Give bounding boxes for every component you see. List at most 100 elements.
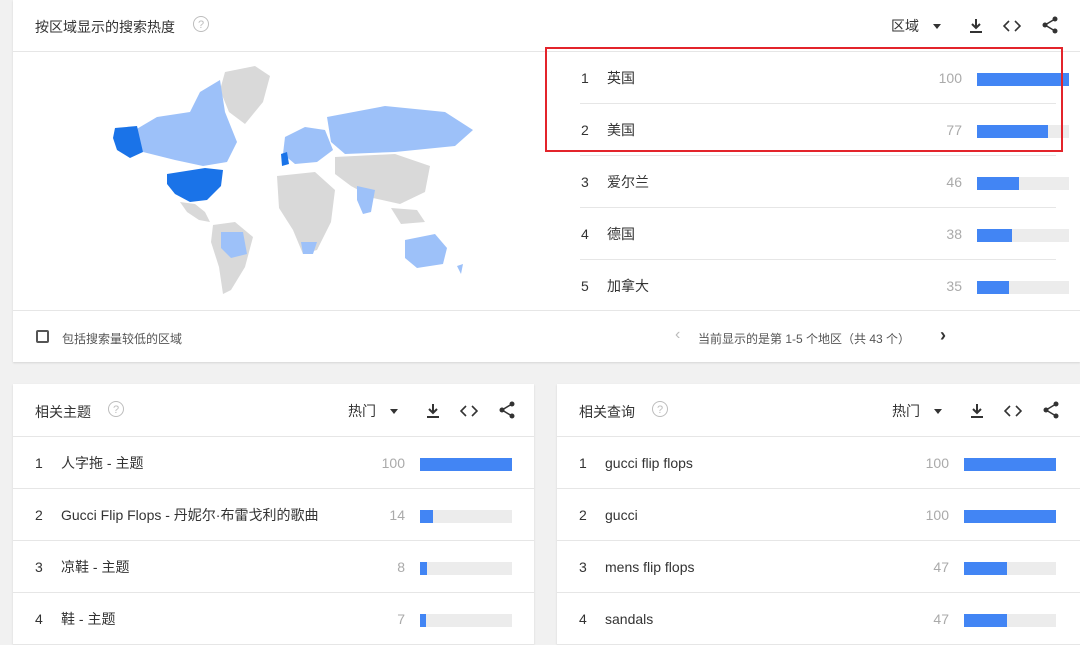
list-item[interactable]: 5 加拿大 35 [568, 260, 1069, 312]
bar-track [420, 510, 512, 523]
world-map [113, 66, 473, 294]
row-rank: 2 [579, 507, 587, 523]
embed-icon[interactable] [1003, 19, 1021, 33]
divider [13, 310, 1080, 311]
help-icon[interactable]: ? [193, 16, 209, 32]
topics-dropdown[interactable]: 热门 [348, 401, 398, 421]
row-value: 46 [946, 174, 962, 190]
queries-dropdown[interactable]: 热门 [892, 401, 942, 421]
help-icon[interactable]: ? [108, 401, 124, 417]
row-rank: 2 [35, 507, 43, 523]
row-label[interactable]: gucci [605, 489, 638, 541]
region-card-title: 按区域显示的搜索热度 [35, 19, 175, 35]
row-rank: 1 [579, 455, 587, 471]
low-volume-checkbox[interactable] [36, 330, 49, 343]
list-item[interactable]: 2 gucci 100 [557, 489, 1080, 541]
row-rank: 1 [35, 455, 43, 471]
bar-track [977, 177, 1069, 190]
bar-track [420, 562, 512, 575]
embed-icon[interactable] [1004, 404, 1022, 418]
share-icon[interactable] [498, 401, 516, 419]
bar-track [420, 614, 512, 627]
bar-fill [964, 510, 1056, 523]
bar-fill [420, 510, 433, 523]
list-item[interactable]: 1 gucci flip flops 100 [557, 437, 1080, 489]
row-label[interactable]: 爱尔兰 [607, 156, 649, 208]
bar-track [964, 614, 1056, 627]
download-icon[interactable] [969, 18, 983, 34]
map-region-asia [335, 154, 430, 204]
pagination-label: 当前显示的是第 1-5 个地区（共 43 个） [698, 332, 911, 346]
share-icon[interactable] [1042, 401, 1060, 419]
row-value: 7 [397, 611, 405, 627]
map-region-mexico [180, 202, 210, 222]
row-rank: 5 [581, 278, 589, 294]
embed-icon[interactable] [460, 404, 478, 418]
list-item[interactable]: 1 人字拖 - 主题 100 [13, 437, 534, 489]
bar-fill [964, 614, 1008, 627]
bar-track [977, 281, 1069, 294]
bar-track [964, 458, 1056, 471]
low-volume-label: 包括搜索量较低的区域 [62, 332, 183, 346]
prev-page-button[interactable]: ‹ [675, 326, 680, 344]
help-icon[interactable]: ? [652, 401, 668, 417]
related-topics-card: 相关主题 ? 热门 1 人字拖 - 主题 100 2 Gucci Flip Flops … [13, 384, 534, 645]
bar-track [977, 229, 1069, 242]
row-rank: 3 [35, 559, 43, 575]
bar-track [420, 458, 512, 471]
bar-track [964, 510, 1056, 523]
list-item[interactable]: 3 爱尔兰 46 [568, 156, 1069, 208]
map-region-africa [277, 172, 335, 254]
row-value: 8 [397, 559, 405, 575]
bar-fill [977, 177, 1020, 190]
row-label[interactable]: 鞋 - 主题 [61, 593, 115, 645]
row-label[interactable]: gucci flip flops [605, 437, 693, 489]
map-region-new-zealand [457, 264, 463, 274]
map-region-australia [405, 234, 447, 268]
list-item[interactable]: 2 Gucci Flip Flops - 丹妮尔·布雷戈利的歌曲 14 [13, 489, 534, 541]
bar-track [964, 562, 1056, 575]
list-item[interactable]: 4 鞋 - 主题 7 [13, 593, 534, 645]
row-value: 47 [933, 559, 949, 575]
region-toolbar: 区域 [891, 16, 1071, 36]
row-rank: 4 [581, 226, 589, 242]
row-label[interactable]: 凉鞋 - 主题 [61, 541, 129, 593]
highlight-box [545, 47, 1063, 152]
queries-card-title: 相关查询 [579, 404, 635, 420]
row-rank: 4 [35, 611, 43, 627]
row-label[interactable]: 德国 [607, 208, 635, 260]
list-item[interactable]: 4 德国 38 [568, 208, 1069, 260]
row-label[interactable]: 加拿大 [607, 260, 649, 312]
row-label[interactable]: Gucci Flip Flops - 丹妮尔·布雷戈利的歌曲 [61, 489, 318, 541]
row-label[interactable]: 人字拖 - 主题 [61, 437, 143, 489]
list-item[interactable]: 3 凉鞋 - 主题 8 [13, 541, 534, 593]
row-value: 100 [925, 455, 949, 471]
list-item[interactable]: 3 mens flip flops 47 [557, 541, 1080, 593]
row-rank: 4 [579, 611, 587, 627]
map-region-canada [135, 80, 237, 166]
caret-down-icon [390, 408, 398, 414]
next-page-button[interactable]: › [940, 325, 946, 346]
bar-fill [977, 229, 1012, 242]
map-region-se-asia [391, 208, 425, 224]
caret-down-icon [933, 23, 941, 29]
bar-fill [420, 562, 428, 575]
download-icon[interactable] [426, 403, 440, 419]
row-value: 38 [946, 226, 962, 242]
row-value: 100 [381, 455, 405, 471]
map-region-greenland [220, 66, 270, 124]
topics-toolbar: 热门 [348, 401, 528, 421]
row-label[interactable]: sandals [605, 593, 653, 645]
row-value: 35 [946, 278, 962, 294]
region-dropdown[interactable]: 区域 [891, 16, 941, 36]
map-region-india [357, 186, 375, 214]
map-region-usa [167, 168, 223, 202]
download-icon[interactable] [970, 403, 984, 419]
share-icon[interactable] [1041, 16, 1059, 34]
row-label[interactable]: mens flip flops [605, 541, 694, 593]
queries-toolbar: 热门 [892, 401, 1072, 421]
list-item[interactable]: 4 sandals 47 [557, 593, 1080, 645]
row-rank: 3 [579, 559, 587, 575]
bar-fill [977, 281, 1010, 294]
row-value: 100 [925, 507, 949, 523]
